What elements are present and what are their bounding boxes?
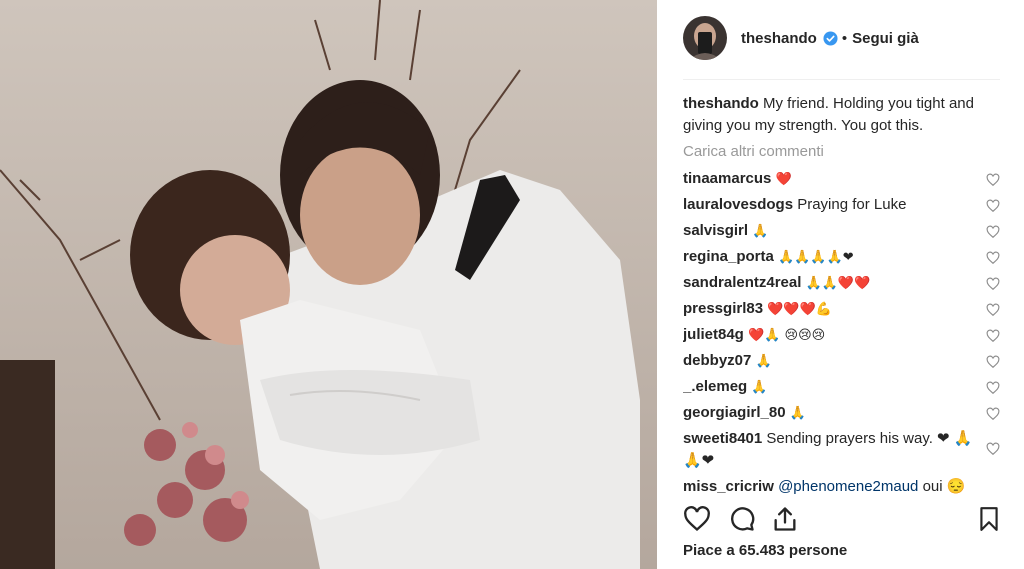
comment-item: juliet84g ❤️🙏 😢😢😢 <box>683 324 1000 350</box>
comment-like-heart-icon[interactable] <box>986 355 1000 369</box>
post-actions-bar <box>683 505 1003 535</box>
comment-username[interactable]: lauralovesdogs <box>683 196 793 213</box>
comment-item: _.elemeg 🙏 <box>683 376 1000 402</box>
comment-item: miss_cricriw @phenomene2maud oui 😔 <box>683 476 998 496</box>
comment-text: 🙏🙏❤️❤️ <box>805 276 871 291</box>
comment-username[interactable]: debbyz07 <box>683 352 751 369</box>
comment-item: lauralovesdogs Praying for Luke <box>683 194 1000 220</box>
post-author-username[interactable]: theshando <box>741 30 817 47</box>
comment-item: tinaamarcus ❤️ <box>683 168 1000 194</box>
comment-username[interactable]: sweeti8401 <box>683 430 762 447</box>
comment-username[interactable]: juliet84g <box>683 326 744 343</box>
comment-like-heart-icon[interactable] <box>986 442 1000 456</box>
post-header: theshando • Segui già <box>683 14 919 62</box>
comment-text: 🙏 <box>789 406 806 421</box>
avatar-image <box>683 16 727 60</box>
comment-username[interactable]: pressgirl83 <box>683 300 763 317</box>
bookmark-icon[interactable] <box>976 505 1002 533</box>
comment-item: pressgirl83 ❤️❤️❤️💪 <box>683 298 1000 324</box>
comment-username[interactable]: sandralentz4real <box>683 274 801 291</box>
photo-illustration <box>0 0 657 569</box>
comment-like-heart-icon[interactable] <box>986 329 1000 343</box>
comment-text: ❤️ <box>775 172 792 187</box>
load-more-comments-button[interactable]: Carica altri commenti <box>683 143 824 160</box>
header-divider <box>683 79 1000 80</box>
comment-like-heart-icon[interactable] <box>986 251 1000 265</box>
comment-item: debbyz07 🙏 <box>683 350 1000 376</box>
separator-dot: • <box>841 29 848 47</box>
comment-item: regina_porta 🙏🙏🙏🙏❤ <box>683 246 1000 272</box>
comment-username[interactable]: regina_porta <box>683 248 774 265</box>
comment-item: salvisgirl 🙏 <box>683 220 1000 246</box>
caption-username[interactable]: theshando <box>683 95 759 112</box>
comments-list: tinaamarcus ❤️ lauralovesdogs Praying fo… <box>683 168 1003 496</box>
comment-text: ❤️❤️❤️💪 <box>767 302 832 317</box>
avatar[interactable] <box>683 16 727 60</box>
likes-count[interactable]: Piace a 65.483 persone <box>683 542 847 559</box>
comment-like-heart-icon[interactable] <box>986 277 1000 291</box>
comment-item: sandralentz4real 🙏🙏❤️❤️ <box>683 272 1000 298</box>
comment-username[interactable]: salvisgirl <box>683 222 748 239</box>
comment-mention-link[interactable]: @phenomene2maud <box>778 478 918 495</box>
instagram-post-modal: theshando • Segui già theshando My frien… <box>0 0 1024 569</box>
heart-outline-icon[interactable] <box>683 505 711 533</box>
comment-text: 🙏 <box>751 380 768 395</box>
share-icon[interactable] <box>771 505 799 533</box>
comment-like-heart-icon[interactable] <box>986 381 1000 395</box>
comment-text: 🙏 <box>755 354 772 369</box>
verified-badge-icon <box>823 30 838 46</box>
comment-text: Praying for Luke <box>797 196 907 213</box>
comment-text: 🙏🙏🙏🙏❤ <box>778 250 854 265</box>
comment-username[interactable]: tinaamarcus <box>683 170 771 187</box>
comment-text: 🙏 <box>752 224 769 239</box>
comment-text: oui 😔 <box>922 478 966 495</box>
comment-username[interactable]: miss_cricriw <box>683 478 774 495</box>
post-photo[interactable] <box>0 0 657 569</box>
comment-item: sweeti8401 Sending prayers his way. ❤ 🙏🙏… <box>683 428 1000 476</box>
comment-text: ❤️🙏 😢😢😢 <box>748 328 826 343</box>
following-button[interactable]: Segui già <box>852 30 919 47</box>
comment-like-heart-icon[interactable] <box>986 225 1000 239</box>
comment-username[interactable]: georgiagirl_80 <box>683 404 786 421</box>
comment-like-heart-icon[interactable] <box>986 303 1000 317</box>
comment-username[interactable]: _.elemeg <box>683 378 747 395</box>
comment-like-heart-icon[interactable] <box>986 407 1000 421</box>
comment-like-heart-icon[interactable] <box>986 173 1000 187</box>
speech-bubble-icon[interactable] <box>728 505 756 533</box>
comment-like-heart-icon[interactable] <box>986 199 1000 213</box>
comment-item: georgiagirl_80 🙏 <box>683 402 1000 428</box>
post-caption: theshando My friend. Holding you tight a… <box>683 93 998 137</box>
